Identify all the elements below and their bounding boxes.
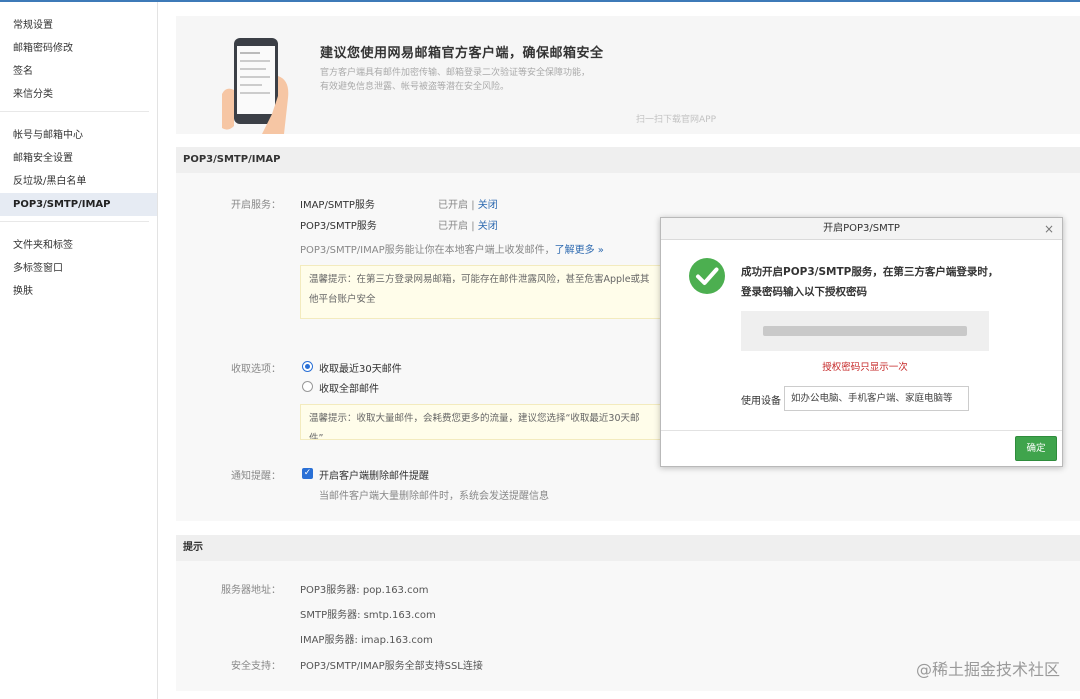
notify-option-label[interactable]: 开启客户端删除邮件提醒 xyxy=(319,467,429,482)
hints-section-header: 提示 xyxy=(176,535,1080,561)
sidebar-group-account: 帐号与邮箱中心 邮箱安全设置 反垃圾/黑白名单 POP3/SMTP/IMAP xyxy=(0,112,157,222)
sidebar-item-security[interactable]: 邮箱安全设置 xyxy=(0,147,149,170)
traffic-tip: 温馨提示：收取大量邮件，会耗费您更多的流量，建议您选择“收取最近30天邮件” xyxy=(300,404,662,440)
security-support-label: 安全支持： xyxy=(231,661,281,672)
dialog-footer-divider xyxy=(661,430,1062,431)
client-banner: 建议您使用网易邮箱官方客户端，确保邮箱安全 官方客户端具有邮件加密传输、邮箱登录… xyxy=(176,16,1080,134)
learn-more-link[interactable]: 了解更多 » xyxy=(555,245,604,256)
pop3-close-link[interactable]: 关闭 xyxy=(478,221,498,232)
banner-scan-text: 扫一扫下载官网APP xyxy=(636,115,717,125)
sidebar-item-mail-filter[interactable]: 来信分类 xyxy=(0,83,149,106)
success-check-icon xyxy=(689,258,725,294)
settings-sidebar: 常规设置 邮箱密码修改 签名 来信分类 帐号与邮箱中心 邮箱安全设置 反垃圾/黑… xyxy=(0,2,158,699)
imap-service-status: 已开启 | 关闭 xyxy=(438,196,498,211)
imap-server: IMAP服务器: imap.163.com xyxy=(300,635,433,646)
sidebar-item-general[interactable]: 常规设置 xyxy=(0,14,149,37)
radio-recent-30-days[interactable] xyxy=(302,361,313,372)
dialog-header: 开启POP3/SMTP × xyxy=(661,218,1062,240)
sidebar-item-password[interactable]: 邮箱密码修改 xyxy=(0,37,149,60)
sidebar-item-folders[interactable]: 文件夹和标签 xyxy=(0,234,149,257)
radio-all-mail[interactable] xyxy=(302,381,313,392)
pop3-status-text: 已开启 xyxy=(438,221,468,232)
device-label: 使用设备 xyxy=(741,396,781,407)
service-description-text: POP3/SMTP/IMAP服务能让你在本地客户端上收发邮件， xyxy=(300,245,555,256)
imap-service-name: IMAP/SMTP服务 xyxy=(300,200,375,211)
banner-title: 建议您使用网易邮箱官方客户端，确保邮箱安全 xyxy=(320,46,604,61)
open-service-label: 开启服务： xyxy=(231,200,281,211)
notify-checkbox[interactable]: ✓ xyxy=(302,468,313,479)
sidebar-item-skin[interactable]: 换肤 xyxy=(0,280,149,303)
radio-all-mail-label[interactable]: 收取全部邮件 xyxy=(319,380,379,395)
sidebar-item-antispam[interactable]: 反垃圾/黑白名单 xyxy=(0,170,149,193)
security-support-value: POP3/SMTP/IMAP服务全部支持SSL连接 xyxy=(300,661,483,672)
dialog-title: 开启POP3/SMTP xyxy=(823,223,900,234)
pop3-enabled-dialog: 开启POP3/SMTP × 成功开启POP3/SMTP服务，在第三方客户端登录时… xyxy=(660,217,1063,467)
device-input[interactable] xyxy=(784,386,969,411)
receive-options-label: 收取选项： xyxy=(231,364,281,375)
close-icon[interactable]: × xyxy=(1044,218,1054,240)
pop3-separator: | xyxy=(471,221,475,232)
server-address-label: 服务器地址： xyxy=(221,585,281,596)
watermark: @稀土掘金技术社区 xyxy=(915,660,1060,679)
sidebar-group-display: 文件夹和标签 多标签窗口 换肤 xyxy=(0,222,149,308)
pop3-server: POP3服务器: pop.163.com xyxy=(300,585,429,596)
sidebar-group-general: 常规设置 邮箱密码修改 签名 来信分类 xyxy=(0,2,149,112)
service-description: POP3/SMTP/IMAP服务能让你在本地客户端上收发邮件，了解更多 » xyxy=(300,241,604,256)
confirm-button[interactable]: 确定 xyxy=(1015,436,1057,461)
auth-code-blurred xyxy=(741,311,989,351)
imap-separator: | xyxy=(471,200,475,211)
notify-label: 通知提醒： xyxy=(231,471,281,482)
pop3-section-header: POP3/SMTP/IMAP xyxy=(176,147,1080,173)
sidebar-item-signature[interactable]: 签名 xyxy=(0,60,149,83)
sidebar-item-pop3[interactable]: POP3/SMTP/IMAP xyxy=(0,193,157,216)
notify-description: 当邮件客户端大量删除邮件时，系统会发送提醒信息 xyxy=(319,491,549,502)
dialog-message: 成功开启POP3/SMTP服务，在第三方客户端登录时，登录密码输入以下授权密码 xyxy=(741,266,999,298)
imap-close-link[interactable]: 关闭 xyxy=(478,200,498,211)
imap-status-text: 已开启 xyxy=(438,200,468,211)
auth-code-warning: 授权密码只显示一次 xyxy=(822,362,908,373)
pop3-service-status: 已开启 | 关闭 xyxy=(438,217,498,232)
security-tip: 温馨提示：在第三方登录网易邮箱，可能存在邮件泄露风险，甚至危害Apple或其他平… xyxy=(300,265,662,319)
smtp-server: SMTP服务器: smtp.163.com xyxy=(300,610,436,621)
sidebar-item-account-center[interactable]: 帐号与邮箱中心 xyxy=(0,124,149,147)
banner-description: 官方客户端具有邮件加密传输、邮箱登录二次验证等安全保障功能，有效避免信息泄露、帐… xyxy=(320,68,591,92)
sidebar-item-multitab[interactable]: 多标签窗口 xyxy=(0,257,149,280)
phone-hand-illustration xyxy=(222,38,289,134)
pop3-service-name: POP3/SMTP服务 xyxy=(300,221,377,232)
auth-code-mask xyxy=(763,326,967,336)
radio-recent-30-days-label[interactable]: 收取最近30天邮件 xyxy=(319,360,402,375)
